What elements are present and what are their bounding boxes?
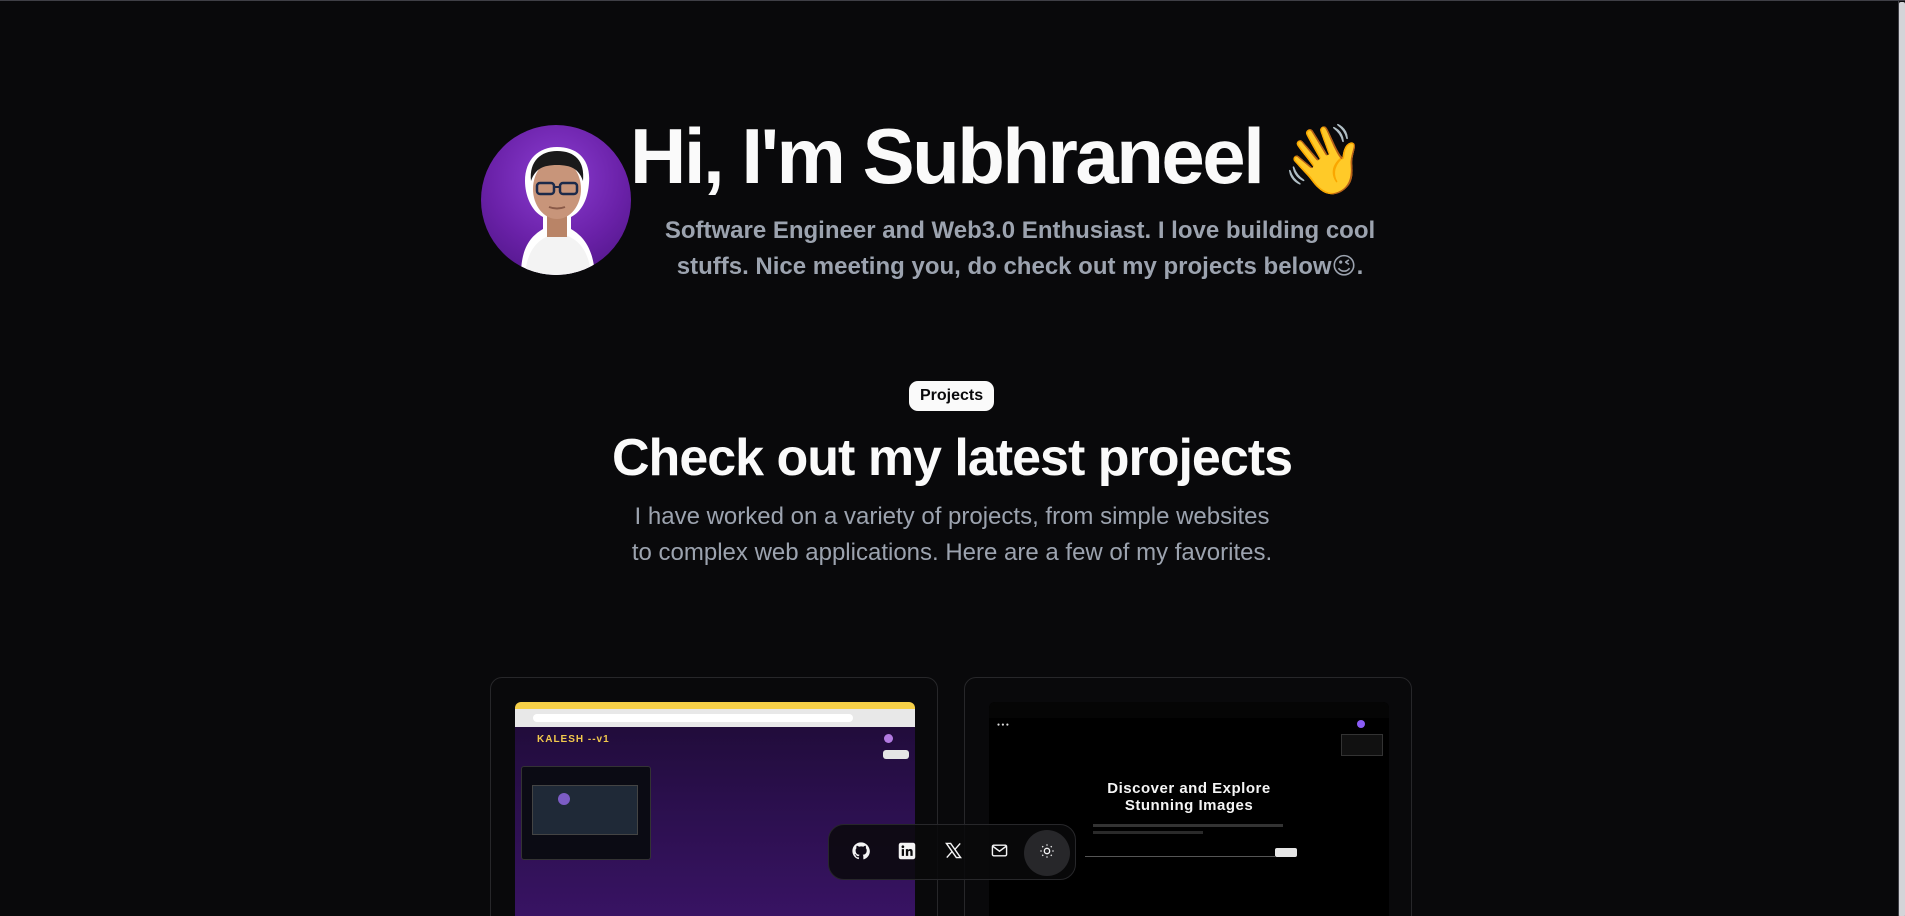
projects-description: I have worked on a variety of projects, …: [631, 503, 1273, 566]
github-link[interactable]: [838, 830, 884, 876]
linkedin-icon: [898, 842, 916, 865]
hero-title-text: Hi, I'm Subhraneel: [630, 112, 1265, 200]
wave-icon: 👋: [1281, 122, 1367, 198]
hero-subtitle: Software Engineer and Web3.0 Enthusiast.…: [664, 217, 1376, 280]
scrollbar-thumb[interactable]: [1899, 2, 1905, 916]
mail-link[interactable]: [976, 830, 1022, 876]
mini-search-button: [1275, 848, 1297, 857]
projects-badge: Projects: [909, 381, 995, 411]
x-link[interactable]: [930, 830, 976, 876]
mini-nav: ● ● ●: [997, 722, 1009, 728]
mini-window: [521, 766, 651, 860]
projects-title: Check out my latest projects: [612, 429, 1293, 487]
mini-menu: [1341, 734, 1383, 756]
social-dock: [828, 824, 1076, 880]
sun-icon: [1039, 843, 1055, 864]
project-card-images[interactable]: ● ● ● Discover and Explore Stunning Imag…: [964, 677, 1412, 916]
avatar: [481, 125, 631, 275]
mini-avatar: [1357, 720, 1365, 728]
hero-title: Hi, I'm Subhraneel 👋: [630, 111, 1366, 205]
project-screenshot[interactable]: KALESH --v1: [515, 702, 915, 916]
browser-topbar: [989, 702, 1389, 718]
mini-search-input: [1085, 850, 1275, 857]
mini-button: [883, 750, 909, 759]
x-icon: [944, 842, 962, 864]
mini-avatar: [884, 734, 893, 743]
mail-icon: [991, 842, 1008, 864]
text-placeholder: [1093, 824, 1283, 827]
text-placeholder: [1093, 831, 1203, 834]
portfolio-page: Hi, I'm Subhraneel 👋 Software Engineer a…: [0, 0, 1905, 916]
images-headline-line2: Stunning Images: [1124, 797, 1254, 814]
images-headline-line1: Discover and Explore: [1107, 780, 1271, 797]
project-card-kalesh[interactable]: KALESH --v1: [490, 677, 938, 916]
images-headline: Discover and Explore Stunning Images: [989, 780, 1389, 814]
project-screenshot[interactable]: ● ● ● Discover and Explore Stunning Imag…: [989, 702, 1389, 916]
page-scrollbar[interactable]: [1899, 1, 1905, 916]
linkedin-link[interactable]: [884, 830, 930, 876]
github-icon: [852, 841, 870, 865]
browser-addressbar: [515, 709, 915, 727]
kalesh-brand: KALESH --v1: [537, 734, 610, 745]
theme-toggle[interactable]: [1024, 830, 1070, 876]
browser-tabbar: [515, 702, 915, 709]
